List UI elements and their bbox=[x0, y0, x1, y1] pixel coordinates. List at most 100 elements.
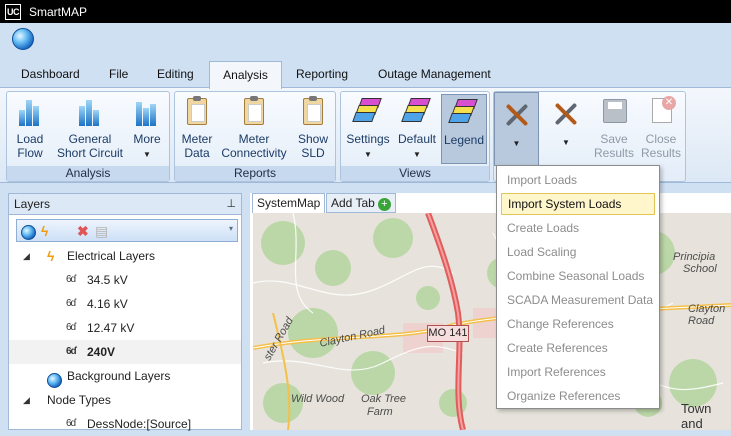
tree-item-label: 34.5 kV bbox=[87, 273, 128, 287]
tree-item-4-16kv[interactable]: 6ɗ 4.16 kV bbox=[9, 292, 241, 316]
analysis-group-label: Analysis bbox=[7, 166, 169, 181]
tab-analysis[interactable]: Analysis bbox=[209, 61, 282, 89]
save-results-label-2: Results bbox=[593, 146, 634, 160]
save-results-button[interactable]: Save Results bbox=[593, 96, 635, 160]
tab-editing[interactable]: Editing bbox=[157, 67, 194, 88]
layers-icon bbox=[448, 97, 480, 129]
meter-connectivity-button[interactable]: Meter Connectivity bbox=[219, 96, 289, 160]
layers-toolbar: ϟ ✖ ▤ ▾ bbox=[16, 219, 238, 242]
save-results-label: Save bbox=[600, 132, 628, 146]
tab-outage-management[interactable]: Outage Management bbox=[378, 67, 491, 88]
layers-panel: Layers ⊥ ϟ ✖ ▤ ▾ ◢ ϟ Electrical Layers 6… bbox=[8, 193, 242, 431]
load-flow-button[interactable]: Load Flow bbox=[11, 96, 49, 160]
gsc-label-2: Short Circuit bbox=[56, 146, 124, 160]
load-flow-label: Load bbox=[16, 132, 44, 146]
reports-group: Meter Data Meter Connectivity Show SLD R… bbox=[174, 91, 336, 182]
clipboard-icon bbox=[238, 96, 270, 128]
meter-connectivity-label: Meter bbox=[238, 132, 270, 146]
menu-item-create-loads[interactable]: Create Loads bbox=[501, 218, 655, 240]
menu-item-import-system-loads[interactable]: Import System Loads bbox=[501, 193, 655, 215]
globe-icon[interactable] bbox=[21, 223, 36, 240]
tree-item-electrical-layers[interactable]: ◢ ϟ Electrical Layers bbox=[9, 244, 241, 268]
more-button[interactable]: More ▼ bbox=[129, 96, 165, 162]
general-short-circuit-button[interactable]: General Short Circuit bbox=[53, 96, 127, 160]
menu-item-import-references[interactable]: Import References bbox=[501, 362, 655, 384]
close-results-button[interactable]: ✕ Close Results bbox=[639, 96, 683, 160]
plus-icon: + bbox=[377, 198, 391, 211]
tree-item-label: 4.16 kV bbox=[87, 297, 128, 311]
scroll-arrow-icon[interactable]: ▾ bbox=[229, 221, 233, 237]
tree-item-label: 12.47 kV bbox=[87, 321, 135, 335]
tree-item-background-layers[interactable]: Background Layers bbox=[9, 364, 241, 389]
close-document-icon: ✕ bbox=[645, 96, 677, 128]
default-button[interactable]: Default ▼ bbox=[395, 96, 439, 162]
visibility-glasses-icon[interactable]: 6ɗ bbox=[66, 292, 76, 316]
meter-connectivity-label-2: Connectivity bbox=[221, 146, 287, 160]
load-tools-menu: Import Loads Import System Loads Create … bbox=[496, 165, 660, 409]
visibility-glasses-icon[interactable]: 6ɗ bbox=[66, 412, 76, 436]
menu-item-scada-measurement-data[interactable]: SCADA Measurement Data bbox=[501, 290, 655, 312]
globe-icon[interactable] bbox=[12, 28, 34, 50]
tree-item-dessnode-source[interactable]: 6ɗ DessNode:[Source] bbox=[9, 412, 241, 436]
settings-button[interactable]: Settings ▼ bbox=[343, 96, 393, 162]
lock-icon[interactable]: ▤ bbox=[95, 223, 108, 239]
tree-item-240v[interactable]: 6ɗ 240V bbox=[9, 340, 241, 364]
add-tab-button[interactable]: Add Tab + bbox=[326, 193, 396, 213]
tree-item-12-47kv[interactable]: 6ɗ 12.47 kV bbox=[9, 316, 241, 340]
tree-item-label: DessNode:[Source] bbox=[87, 417, 192, 431]
dropdown-arrow-icon: ▼ bbox=[143, 150, 151, 159]
visibility-glasses-icon[interactable]: 6ɗ bbox=[66, 340, 77, 364]
views-group: Settings ▼ Default ▼ Legend Views bbox=[340, 91, 490, 182]
collapse-triangle-icon[interactable]: ◢ bbox=[23, 388, 30, 412]
map-label: School bbox=[683, 263, 717, 275]
tab-dashboard[interactable]: Dashboard bbox=[21, 67, 80, 88]
visibility-glasses-icon[interactable]: 6ɗ bbox=[66, 268, 76, 292]
lightning-icon: ϟ bbox=[47, 248, 55, 264]
layers-panel-header: Layers ⊥ bbox=[9, 194, 241, 215]
meter-data-label-2: Data bbox=[184, 146, 210, 160]
tab-systemmap[interactable]: SystemMap bbox=[252, 193, 326, 213]
load-tools-dropdown-button[interactable]: ▼ bbox=[494, 92, 539, 166]
visibility-glasses-icon[interactable]: 6ɗ bbox=[66, 316, 76, 340]
tab-reporting[interactable]: Reporting bbox=[296, 67, 348, 88]
layers-icon bbox=[401, 96, 433, 128]
map-label: Town and bbox=[681, 401, 712, 430]
tools-icon bbox=[501, 99, 533, 131]
tools-icon bbox=[550, 98, 582, 130]
dropdown-arrow-icon: ▼ bbox=[562, 138, 570, 147]
menu-item-create-references[interactable]: Create References bbox=[501, 338, 655, 360]
menu-item-import-loads[interactable]: Import Loads bbox=[501, 170, 655, 192]
analysis-group: Load Flow General Short Circuit More ▼ A… bbox=[6, 91, 170, 182]
tree-item-label: Background Layers bbox=[67, 369, 171, 383]
route-shield: MO 141 bbox=[427, 325, 469, 342]
references-tools-dropdown-button[interactable]: ▼ bbox=[544, 96, 588, 150]
menu-item-change-references[interactable]: Change References bbox=[501, 314, 655, 336]
collapse-triangle-icon[interactable]: ◢ bbox=[23, 244, 30, 268]
bar-chart-icon bbox=[14, 96, 46, 128]
tab-file[interactable]: File bbox=[109, 67, 128, 88]
clipboard-icon bbox=[181, 96, 213, 128]
settings-label: Settings bbox=[346, 132, 390, 146]
reports-group-label: Reports bbox=[175, 166, 335, 181]
lightning-icon[interactable]: ϟ bbox=[41, 223, 48, 239]
map-label: Oak Tree bbox=[361, 393, 407, 405]
layers-icon bbox=[352, 96, 384, 128]
tree-item-34-5kv[interactable]: 6ɗ 34.5 kV bbox=[9, 268, 241, 292]
pin-icon[interactable]: ⊥ bbox=[226, 197, 236, 210]
map-label: Principia bbox=[673, 251, 716, 263]
title-bar: UC SmartMAP bbox=[0, 0, 731, 23]
dropdown-arrow-icon: ▼ bbox=[512, 139, 521, 148]
delete-icon[interactable]: ✖ bbox=[77, 223, 89, 239]
menu-item-combine-seasonal-loads[interactable]: Combine Seasonal Loads bbox=[501, 266, 655, 288]
tree-item-node-types[interactable]: ◢ Node Types bbox=[9, 388, 241, 412]
menu-item-organize-references[interactable]: Organize References bbox=[501, 386, 655, 408]
default-label: Default bbox=[397, 132, 437, 146]
menu-item-load-scaling[interactable]: Load Scaling bbox=[501, 242, 655, 264]
show-sld-button[interactable]: Show SLD bbox=[293, 96, 333, 160]
load-flow-label-2: Flow bbox=[17, 146, 43, 160]
meter-data-button[interactable]: Meter Data bbox=[177, 96, 217, 160]
layers-panel-title: Layers bbox=[14, 197, 51, 211]
legend-button[interactable]: Legend bbox=[441, 94, 487, 164]
tree-item-label: Node Types bbox=[47, 393, 111, 407]
tree-item-label: 240V bbox=[87, 345, 116, 359]
